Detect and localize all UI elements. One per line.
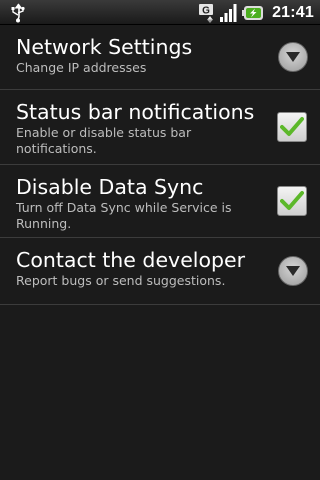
pref-summary: Enable or disable status bar notificatio… <box>16 125 192 156</box>
gprs-icon: G <box>198 3 216 23</box>
pref-network-settings[interactable]: Network Settings Change IP addresses <box>0 25 320 90</box>
clock: 21:41 <box>272 3 314 21</box>
pref-contact-developer[interactable]: Contact the developer Report bugs or sen… <box>0 238 320 305</box>
preferences-list: Network Settings Change IP addresses Sta… <box>0 25 320 305</box>
signal-icon <box>219 3 239 23</box>
status-bar-right: G 21:41 <box>198 0 314 25</box>
data-sync-checkbox[interactable] <box>277 186 307 216</box>
pref-status-bar-notifications[interactable]: Status bar notifications Enable or disab… <box>0 90 320 165</box>
pref-title: Status bar notifications <box>16 100 255 124</box>
pref-title: Disable Data Sync <box>16 175 204 199</box>
chevron-down-icon[interactable] <box>278 256 308 286</box>
pref-summary: Report bugs or send suggestions. <box>16 273 226 288</box>
usb-icon <box>8 3 28 23</box>
notifications-checkbox[interactable] <box>277 112 307 142</box>
check-icon <box>280 191 304 210</box>
pref-title: Network Settings <box>16 35 193 59</box>
check-icon <box>280 117 304 136</box>
status-bar: G 21:41 <box>0 0 320 25</box>
network-letter: G <box>202 5 210 16</box>
pref-summary: Change IP addresses <box>16 60 147 75</box>
pref-title: Contact the developer <box>16 248 246 272</box>
battery-charging-icon <box>242 4 264 22</box>
screen: G 21:41 Network Settings Change IP addre… <box>0 0 320 480</box>
chevron-down-icon[interactable] <box>278 42 308 72</box>
pref-summary: Turn off Data Sync while Service is Runn… <box>16 200 232 231</box>
pref-disable-data-sync[interactable]: Disable Data Sync Turn off Data Sync whi… <box>0 165 320 238</box>
